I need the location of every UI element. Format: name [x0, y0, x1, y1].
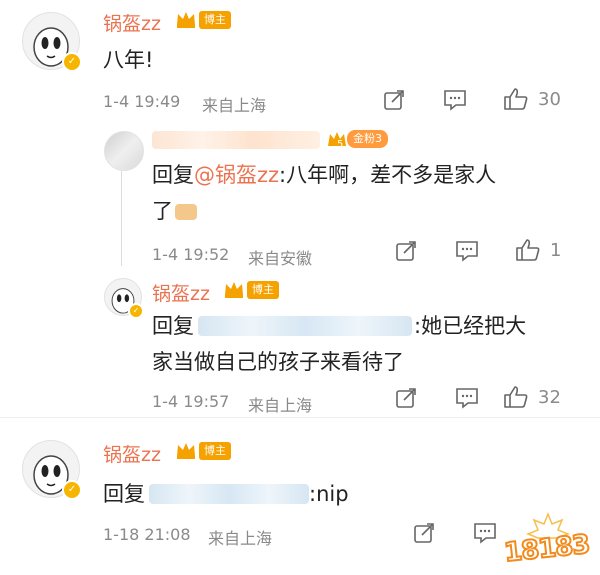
- comment-location: 来自安徽: [248, 249, 313, 268]
- username[interactable]: 锅盔zz: [103, 9, 161, 36]
- mention-blurred[interactable]: [149, 484, 309, 504]
- like-icon[interactable]: [515, 238, 541, 262]
- crown-icon: [175, 9, 197, 29]
- like-icon[interactable]: [503, 385, 529, 409]
- reply-text: 回复@锅盔zz:八年啊，差不多是家人 了: [152, 157, 572, 229]
- like-count: 30: [538, 89, 561, 110]
- verified-icon: ✓: [128, 303, 144, 319]
- share-icon[interactable]: [413, 522, 435, 544]
- comment-text: 八年!: [103, 48, 154, 72]
- reply-prefix: 回复: [152, 314, 194, 338]
- comment-3: ✓ 锅盔zz 博主 回复 :她已经把大 家当做自己的孩子来看待了 1-4 19:…: [0, 270, 600, 417]
- crown-icon: [175, 440, 197, 460]
- comment-icon[interactable]: [443, 89, 467, 111]
- comment-2: 5 金粉3 回复@锅盔zz:八年啊，差不多是家人 了 1-4 19:52 来自安…: [0, 125, 600, 270]
- like-icon[interactable]: [503, 87, 529, 111]
- reply-text-line2: 家当做自己的孩子来看待了: [152, 350, 404, 374]
- username[interactable]: 锅盔zz: [152, 279, 210, 306]
- mention-blurred[interactable]: [198, 316, 412, 336]
- fan-level: 5: [337, 139, 344, 150]
- username[interactable]: 锅盔zz: [103, 440, 161, 467]
- reply-text: :nip: [309, 482, 349, 506]
- blogger-badge: 博主: [199, 11, 231, 29]
- avatar[interactable]: [104, 131, 144, 171]
- fan-badge: 金粉3: [347, 130, 388, 148]
- blogger-badge: 博主: [199, 442, 231, 460]
- reply-text-line2: 了: [152, 199, 173, 223]
- comment-location: 来自上海: [208, 529, 273, 548]
- like-count: 1: [550, 240, 562, 261]
- emoji-icon: [175, 204, 197, 220]
- reply-text-line1: :她已经把大: [414, 314, 527, 338]
- username-blurred[interactable]: [152, 131, 320, 149]
- comment-1: ✓ 锅盔zz 博主 八年! 1-4 19:49 来自上海 30: [0, 0, 600, 125]
- watermark-logo: 18183: [500, 508, 596, 569]
- reply-prefix: 回复: [103, 482, 145, 506]
- share-icon[interactable]: [395, 387, 417, 409]
- verified-icon: ✓: [62, 52, 82, 72]
- comment-icon[interactable]: [455, 387, 479, 409]
- blogger-badge: 博主: [247, 281, 279, 299]
- share-icon[interactable]: [383, 89, 405, 111]
- verified-icon: ✓: [62, 480, 82, 500]
- comment-icon[interactable]: [455, 240, 479, 262]
- reply-prefix: 回复: [152, 163, 194, 187]
- comment-time: 1-4 19:57: [152, 392, 230, 411]
- reply-text-line1: :八年啊，差不多是家人: [279, 163, 497, 187]
- comment-time: 1-4 19:49: [103, 92, 181, 111]
- comment-time: 1-18 21:08: [103, 525, 191, 544]
- crown-icon: [223, 279, 245, 299]
- share-icon[interactable]: [395, 240, 417, 262]
- comment-time: 1-4 19:52: [152, 245, 230, 264]
- mention-link[interactable]: @锅盔zz: [194, 163, 279, 187]
- comment-location: 来自上海: [248, 396, 313, 415]
- comment-location: 来自上海: [202, 96, 267, 115]
- comment-icon[interactable]: [473, 522, 497, 544]
- like-count: 32: [538, 387, 561, 408]
- comment-4: ✓ 锅盔zz 博主 回复 :nip 1-18 21:08 来自上海 18183: [0, 418, 600, 575]
